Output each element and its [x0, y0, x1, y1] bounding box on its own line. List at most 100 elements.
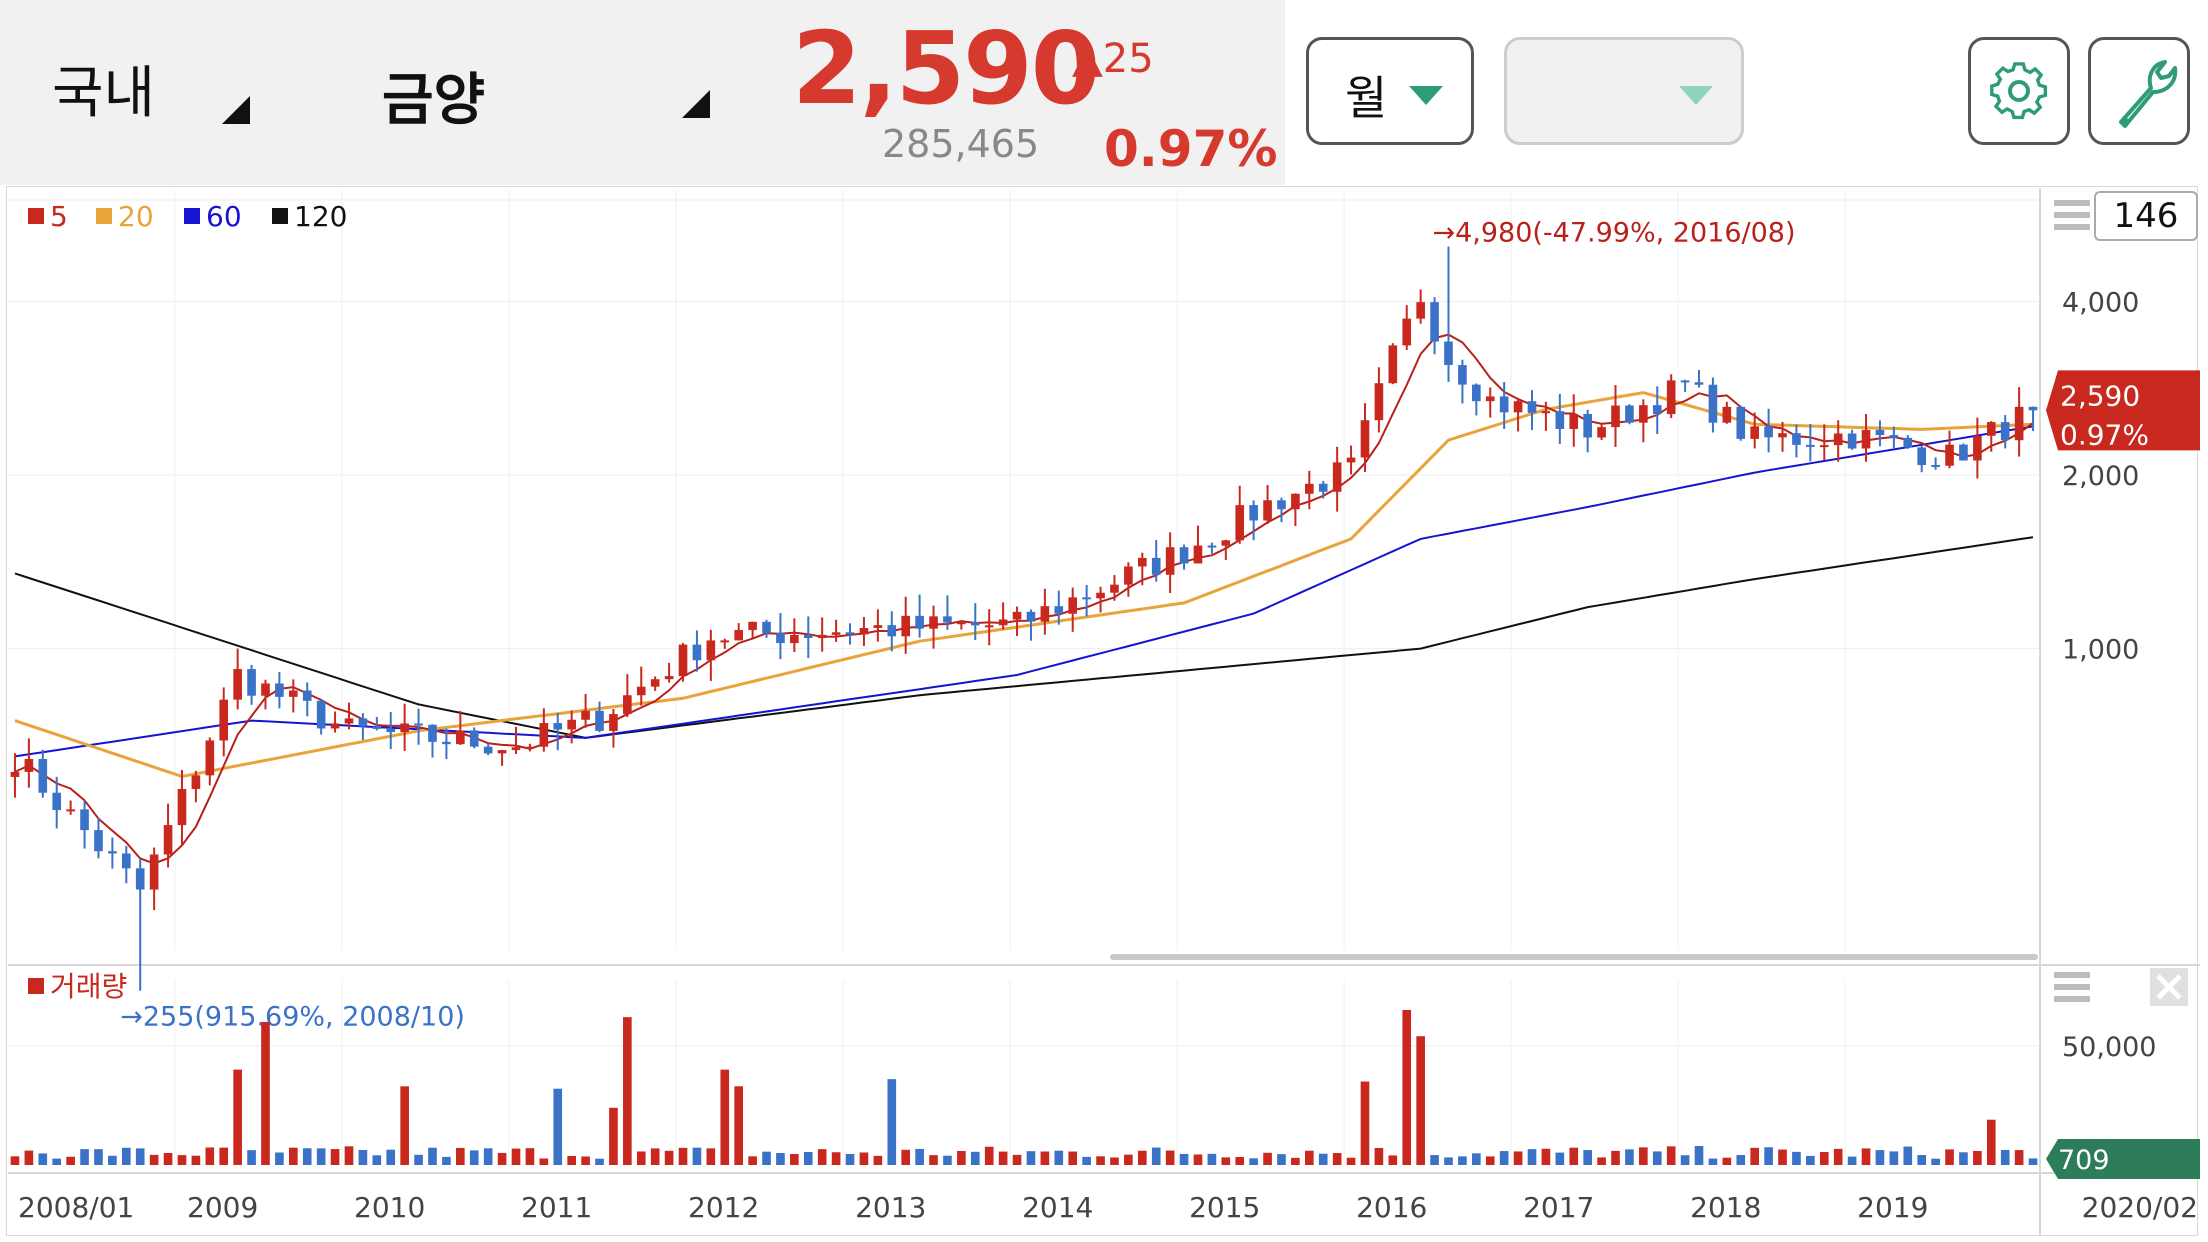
volume-bar[interactable]: [1444, 1157, 1453, 1165]
candle[interactable]: [609, 714, 618, 731]
volume-bar[interactable]: [1722, 1157, 1732, 1165]
volume-bar[interactable]: [483, 1148, 493, 1165]
volume-bar[interactable]: [1305, 1150, 1314, 1165]
volume-bar[interactable]: [1179, 1153, 1189, 1165]
volume-bar[interactable]: [177, 1155, 187, 1165]
volume-bar[interactable]: [24, 1150, 34, 1165]
candle[interactable]: [929, 616, 938, 629]
candle[interactable]: [1625, 405, 1634, 423]
volume-bar[interactable]: [1819, 1152, 1829, 1165]
candle[interactable]: [859, 627, 869, 635]
volume-bar[interactable]: [1973, 1150, 1982, 1165]
candle[interactable]: [1263, 500, 1272, 521]
candle[interactable]: [1026, 611, 1036, 622]
volume-bar[interactable]: [901, 1149, 911, 1165]
candle[interactable]: [1430, 302, 1439, 342]
candle[interactable]: [1485, 396, 1495, 402]
candle[interactable]: [1875, 429, 1885, 436]
candle[interactable]: [38, 759, 48, 793]
candle[interactable]: [456, 730, 465, 745]
candle[interactable]: [1068, 597, 1078, 614]
volume-bar[interactable]: [1597, 1157, 1606, 1165]
candle[interactable]: [831, 632, 841, 635]
candle[interactable]: [664, 676, 674, 680]
volume-bar[interactable]: [1903, 1146, 1913, 1165]
candle[interactable]: [650, 679, 660, 687]
volume-bar[interactable]: [1165, 1150, 1175, 1165]
menu-icon[interactable]: [2054, 972, 2090, 978]
volume-bar[interactable]: [1778, 1149, 1787, 1165]
candle[interactable]: [1666, 380, 1676, 415]
candle[interactable]: [483, 746, 493, 754]
volume-bar[interactable]: [1945, 1149, 1954, 1165]
candle[interactable]: [163, 825, 173, 855]
candle[interactable]: [108, 851, 117, 854]
volume-bar[interactable]: [1861, 1148, 1871, 1165]
volume-bar[interactable]: [1458, 1156, 1467, 1165]
candle[interactable]: [497, 750, 507, 754]
candle[interactable]: [1583, 413, 1592, 438]
volume-bar[interactable]: [358, 1149, 368, 1165]
volume-bar[interactable]: [1833, 1148, 1843, 1165]
volume-bar[interactable]: [1318, 1153, 1328, 1165]
volume-bar[interactable]: [121, 1147, 131, 1165]
volume-bar[interactable]: [1249, 1158, 1258, 1165]
candle[interactable]: [289, 690, 298, 697]
volume-bar[interactable]: [650, 1148, 660, 1165]
volume-bar[interactable]: [1110, 1157, 1119, 1165]
volume-bar[interactable]: [859, 1152, 869, 1165]
candle[interactable]: [149, 854, 159, 890]
candle[interactable]: [386, 728, 396, 733]
candle[interactable]: [1722, 406, 1732, 423]
candle[interactable]: [219, 699, 229, 741]
candle[interactable]: [94, 830, 103, 852]
volume-bar[interactable]: [1541, 1148, 1551, 1165]
candle[interactable]: [1806, 444, 1815, 447]
volume-bar[interactable]: [943, 1155, 952, 1165]
candle[interactable]: [1360, 420, 1370, 458]
candle[interactable]: [1137, 557, 1147, 567]
volume-bar[interactable]: [52, 1158, 62, 1165]
candle[interactable]: [692, 644, 702, 661]
volume-bar[interactable]: [302, 1148, 312, 1165]
candle[interactable]: [845, 632, 855, 635]
candle[interactable]: [623, 695, 632, 715]
volume-bar[interactable]: [1374, 1148, 1384, 1165]
candle[interactable]: [330, 723, 340, 729]
volume-bar[interactable]: [915, 1148, 924, 1165]
candle[interactable]: [1889, 435, 1899, 438]
zoom-value-box[interactable]: 146: [2094, 191, 2198, 241]
volume-bar[interactable]: [1388, 1155, 1398, 1165]
menu-icon[interactable]: [2054, 984, 2090, 990]
candle[interactable]: [539, 723, 549, 747]
volume-bar[interactable]: [247, 1150, 256, 1165]
volume-bar[interactable]: [790, 1153, 799, 1165]
volume-bar[interactable]: [344, 1146, 354, 1165]
candle[interactable]: [1499, 396, 1509, 413]
candle[interactable]: [233, 669, 242, 700]
volume-bar[interactable]: [1625, 1149, 1634, 1165]
volume-bar[interactable]: [957, 1150, 966, 1165]
volume-bar[interactable]: [734, 1086, 743, 1165]
candle[interactable]: [1458, 365, 1467, 385]
volume-bar[interactable]: [636, 1151, 646, 1165]
candle[interactable]: [1416, 302, 1425, 319]
volume-bar[interactable]: [1402, 1010, 1412, 1165]
candle[interactable]: [678, 644, 688, 677]
candle[interactable]: [302, 690, 312, 701]
volume-bar[interactable]: [38, 1153, 48, 1165]
candle[interactable]: [970, 622, 980, 626]
volume-bar[interactable]: [1346, 1157, 1356, 1165]
candle[interactable]: [1513, 401, 1523, 413]
volume-bar[interactable]: [623, 1017, 632, 1165]
volume-bar[interactable]: [1151, 1147, 1161, 1165]
candle[interactable]: [275, 683, 284, 697]
volume-bar[interactable]: [1569, 1147, 1579, 1165]
candle[interactable]: [1555, 411, 1565, 429]
volume-bar[interactable]: [1750, 1147, 1759, 1165]
volume-bar[interactable]: [2028, 1158, 2038, 1165]
candle[interactable]: [1179, 547, 1189, 564]
candle[interactable]: [358, 718, 368, 727]
candle[interactable]: [1054, 606, 1064, 614]
candle[interactable]: [553, 723, 563, 730]
